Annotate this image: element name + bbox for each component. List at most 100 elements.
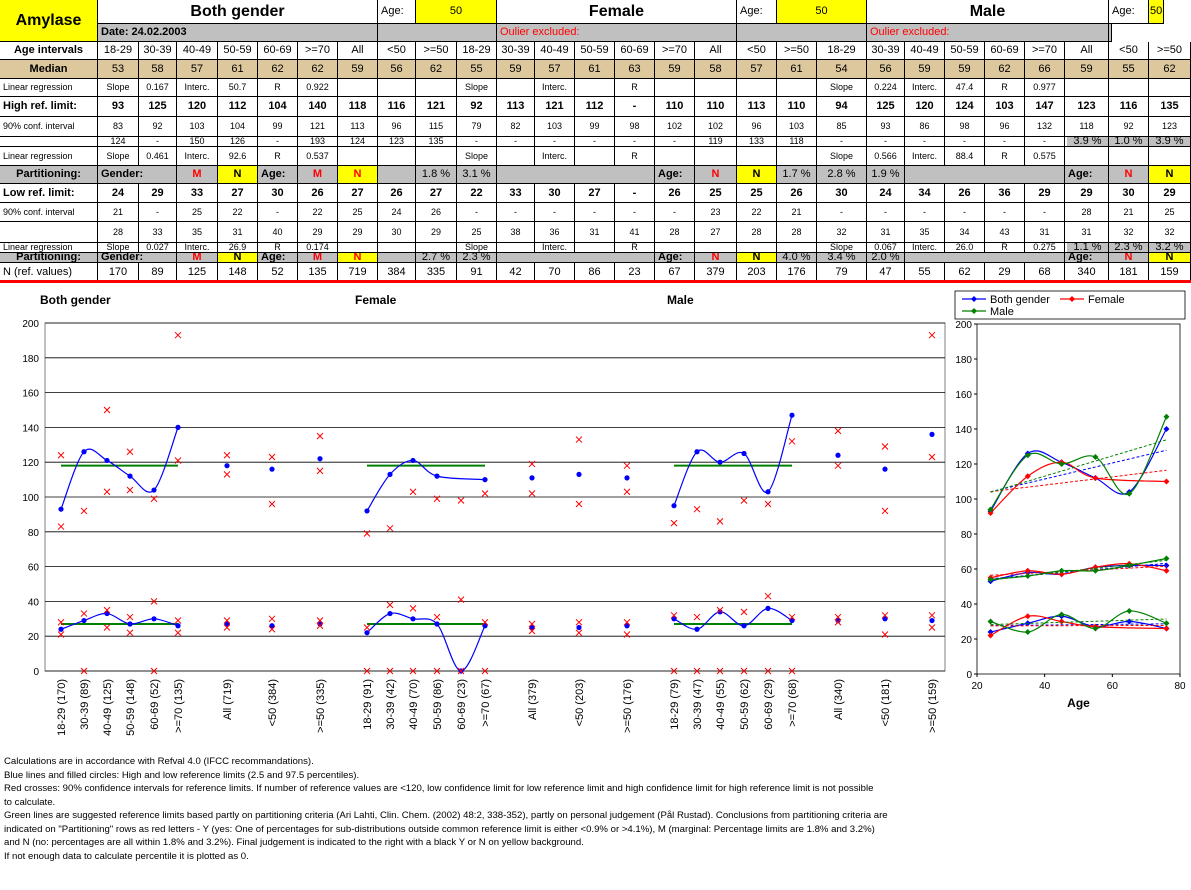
col-header: 40-49 — [905, 42, 945, 60]
age-result: N — [1109, 253, 1149, 263]
value-cell: 0.922 — [298, 79, 338, 97]
value-cell: 33 — [177, 184, 218, 203]
value-cell: R — [615, 147, 655, 166]
value-cell: 147 — [1025, 97, 1065, 117]
value-cell: - — [985, 137, 1025, 147]
value-cell: 119 — [695, 137, 737, 147]
value-cell: 92 — [457, 97, 497, 117]
note-line: Blue lines and filled circles: High and … — [4, 769, 360, 781]
value-cell: 28 — [737, 222, 777, 243]
value-cell — [737, 147, 777, 166]
note-line: to calculate. — [4, 796, 56, 808]
value-cell: 25 — [177, 203, 218, 222]
x-tick-label: 40-49 (125) — [102, 679, 114, 736]
notes: Calculations are in accordance with Refv… — [4, 755, 1189, 863]
spacer — [378, 253, 416, 263]
side-x-tick-label: 60 — [1107, 681, 1119, 692]
value-cell: 123 — [378, 137, 416, 147]
age-value: 50 — [777, 0, 867, 24]
row-label — [0, 137, 98, 147]
value-cell: 135 — [1149, 97, 1191, 117]
ref-limit-point — [127, 473, 133, 479]
age-label: Age: — [1109, 0, 1149, 24]
value-cell: 85 — [817, 117, 867, 137]
ref-limit-point — [624, 475, 630, 481]
value-cell — [497, 147, 535, 166]
value-cell: - — [497, 203, 535, 222]
value-cell — [1109, 147, 1149, 166]
spacer — [737, 24, 867, 42]
value-cell: - — [258, 137, 298, 147]
value-cell: 103 — [535, 117, 575, 137]
value-cell: 86 — [905, 117, 945, 137]
col-header: 30-39 — [497, 42, 535, 60]
value-cell: - — [655, 203, 695, 222]
value-cell: 56 — [378, 60, 416, 79]
value-cell — [1149, 79, 1191, 97]
value-cell: - — [1025, 137, 1065, 147]
gender-label: Gender: — [98, 166, 177, 184]
value-cell: 58 — [695, 60, 737, 79]
value-cell: 63 — [615, 60, 655, 79]
value-cell: - — [575, 137, 615, 147]
value-cell — [575, 79, 615, 97]
value-cell: 26.0 — [945, 243, 985, 253]
x-tick-label: >=50 (176) — [622, 679, 634, 733]
x-tick-label: 50-59 (148) — [125, 679, 137, 736]
age-judgement: N — [338, 253, 378, 263]
value-cell: 66 — [1025, 60, 1065, 79]
ref-limit-point — [127, 621, 133, 627]
legend-label: Both gender — [990, 294, 1050, 306]
value-cell: 103 — [985, 97, 1025, 117]
gender-label: Gender: — [98, 253, 177, 263]
y-tick-label: 80 — [28, 528, 40, 539]
value-cell: 92 — [139, 117, 177, 137]
x-tick-label: 60-69 (29) — [763, 679, 775, 730]
ref-limit-point — [765, 489, 771, 495]
value-cell: - — [258, 203, 298, 222]
x-tick-label: 18-29 (79) — [669, 679, 681, 730]
value-cell — [378, 79, 416, 97]
value-cell: R — [258, 243, 298, 253]
age-label: Age: — [258, 253, 298, 263]
value-cell — [777, 243, 817, 253]
value-cell: 47.4 — [945, 79, 985, 97]
x-tick-label: 40-49 (70) — [408, 679, 420, 730]
value-cell: 25 — [1149, 203, 1191, 222]
value-cell: - — [905, 203, 945, 222]
value-cell: 120 — [177, 97, 218, 117]
row-label: Linear regression — [0, 243, 98, 253]
value-cell: - — [867, 203, 905, 222]
value-cell: 56 — [867, 60, 905, 79]
ref-limit-point — [576, 471, 582, 477]
value-cell: Slope — [817, 243, 867, 253]
value-cell: 59 — [497, 60, 535, 79]
x-tick-label: 50-59 (86) — [432, 679, 444, 730]
pct-cell: 1.1 % — [1067, 243, 1109, 253]
note-line: Green lines are suggested reference limi… — [4, 810, 888, 821]
value-cell: 112 — [575, 97, 615, 117]
value-cell: 29 — [1065, 184, 1109, 203]
legend-label: Male — [990, 306, 1014, 318]
value-cell — [338, 79, 378, 97]
value-cell: 27 — [338, 184, 378, 203]
value-cell: - — [817, 137, 867, 147]
pct-cell: 3.4 % — [817, 253, 867, 263]
side-y-tick-label: 60 — [961, 565, 973, 576]
value-cell: 35 — [177, 222, 218, 243]
age-label: Age: — [1065, 253, 1109, 263]
value-cell: Interc. — [535, 79, 575, 97]
value-cell: 31 — [867, 222, 905, 243]
value-cell: 27 — [695, 222, 737, 243]
value-cell: 118 — [1065, 117, 1109, 137]
value-cell: 103 — [777, 117, 817, 137]
pct-cell: 1.8 % — [416, 166, 457, 184]
side-y-tick-label: 100 — [955, 495, 972, 506]
value-cell: 29 — [298, 222, 338, 243]
value-cell: 30 — [535, 184, 575, 203]
spacer — [905, 253, 1065, 263]
ref-limit-point — [151, 616, 157, 622]
x-tick-label: 18-29 (91) — [362, 679, 374, 730]
value-cell — [378, 243, 416, 253]
ref-limit-point — [317, 456, 323, 462]
